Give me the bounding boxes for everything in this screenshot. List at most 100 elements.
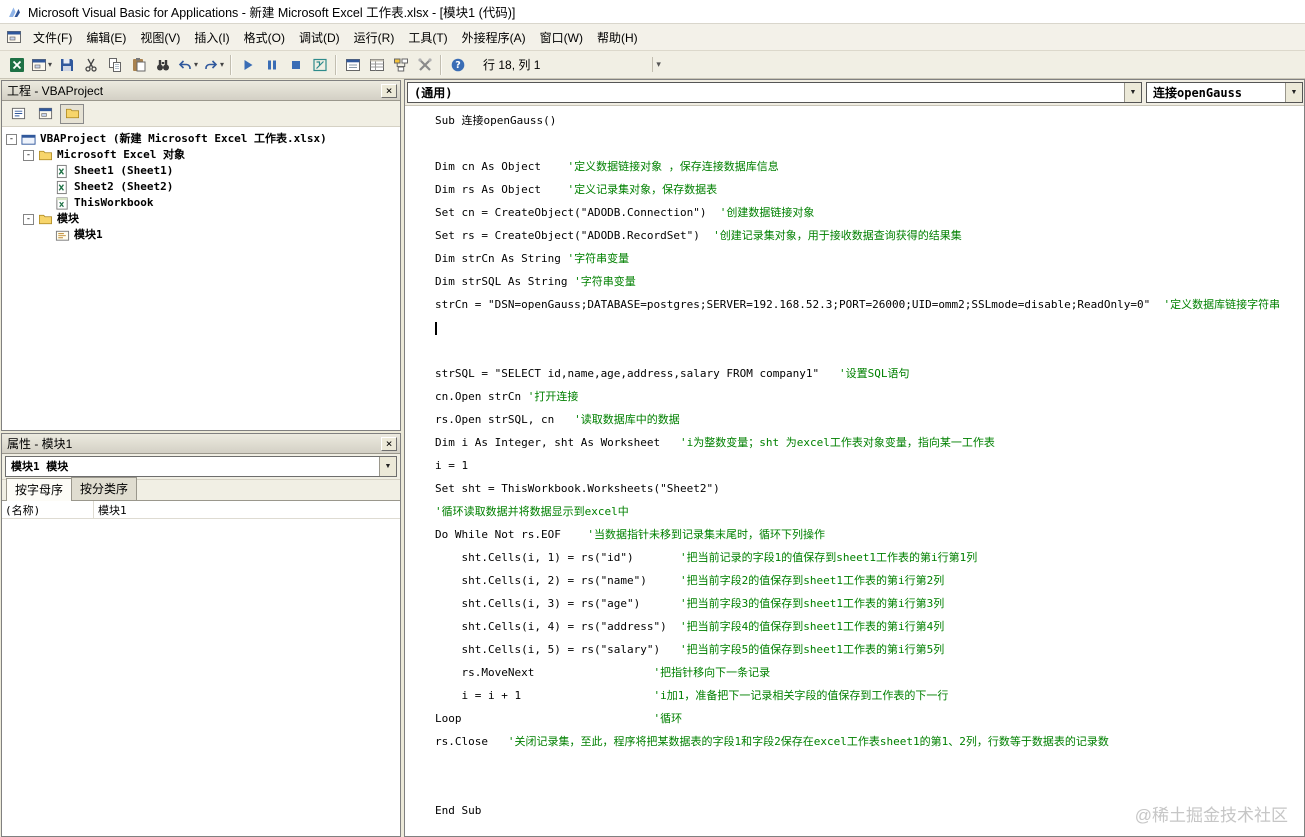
code-line: Dim strSQL As String '字符串变量 [435, 270, 1304, 293]
menu-item-help[interactable]: 帮助(H) [590, 25, 645, 50]
save-button[interactable] [55, 54, 78, 76]
copy-button[interactable] [103, 54, 126, 76]
property-name: (名称) [2, 501, 94, 518]
project-panel-title: 工程 - VBAProject [7, 84, 104, 98]
break-button[interactable] [260, 54, 283, 76]
tab-categorized[interactable]: 按分类序 [71, 477, 138, 500]
collapse-icon[interactable]: - [23, 149, 34, 161]
properties-window-button[interactable] [365, 54, 388, 76]
menu-item-view[interactable]: 视图(V) [133, 25, 187, 50]
dropdown-arrow-icon: ▾ [48, 60, 53, 69]
dropdown-arrow-icon: ▾ [220, 60, 225, 69]
sheet-icon [55, 164, 70, 179]
redo-button[interactable]: ▾ [201, 54, 226, 76]
undo-button[interactable]: ▾ [175, 54, 200, 76]
comment-text: '把当前字段4的值保存到sheet1工作表的第i行第4列 [680, 620, 945, 633]
help-button[interactable] [446, 54, 469, 76]
run-button[interactable] [236, 54, 259, 76]
procedure-dropdown[interactable]: 连接openGauss ▼ [1146, 82, 1303, 103]
title-bar: Microsoft Visual Basic for Applications … [0, 0, 1305, 24]
menu-app-icon [6, 29, 22, 45]
design-mode-button[interactable] [308, 54, 331, 76]
tab-alphabetic[interactable]: 按字母序 [6, 478, 73, 501]
chevron-down-icon[interactable]: ▼ [1285, 83, 1302, 102]
paste-button[interactable] [127, 54, 150, 76]
menu-item-insert[interactable]: 插入(I) [187, 25, 236, 50]
code-text: Dim rs As Object [435, 183, 568, 196]
cursor-position-label: 行 18, 列 1 [483, 58, 541, 72]
code-text: Set sht = ThisWorkbook.Worksheets("Sheet… [435, 482, 720, 495]
comment-text: '把当前字段2的值保存到sheet1工作表的第i行第2列 [680, 574, 945, 587]
code-text: i = 1 [435, 459, 469, 472]
toolbar-separator [230, 54, 233, 75]
code-text: Dim i As Integer, sht As Worksheet [435, 436, 681, 449]
code-line: i = i + 1 'i加1，准备把下一记录相关字段的值保存到工作表的下一行 [435, 684, 1304, 707]
toolbox-button[interactable] [413, 54, 436, 76]
code-line: sht.Cells(i, 3) = rs("age") '把当前字段3的值保存到… [435, 592, 1304, 615]
toggle-folders-button[interactable] [60, 103, 84, 124]
code-text: Loop [435, 712, 654, 725]
insert-userform-button[interactable]: ▾ [29, 54, 54, 76]
comment-text: '打开连接 [527, 390, 579, 403]
tree-item-vbaproject-root[interactable]: - VBAProject (新建 Microsoft Excel 工作表.xlsx… [2, 131, 400, 147]
reset-button[interactable] [284, 54, 307, 76]
menu-item-tools[interactable]: 工具(T) [401, 25, 454, 50]
object-dropdown-value: (通用) [414, 85, 453, 100]
close-icon[interactable]: × [381, 436, 397, 451]
chevron-down-icon[interactable]: ▼ [1124, 83, 1141, 102]
menu-item-format[interactable]: 格式(O) [237, 25, 292, 50]
code-line: sht.Cells(i, 1) = rs("id") '把当前记录的字段1的值保… [435, 546, 1304, 569]
find-button[interactable] [151, 54, 174, 76]
code-header: (通用) ▼ 连接openGauss ▼ [405, 80, 1304, 106]
chevron-down-icon[interactable]: ▼ [379, 457, 396, 476]
collapse-icon[interactable]: - [6, 133, 17, 145]
object-dropdown[interactable]: (通用) ▼ [407, 82, 1142, 103]
view-object-button[interactable] [33, 104, 57, 124]
code-line: End Sub [435, 799, 1304, 822]
folder-icon [65, 106, 80, 121]
tree-item-module1[interactable]: 模块1 [2, 227, 400, 243]
object-browser-button[interactable] [389, 54, 412, 76]
menu-item-run[interactable]: 运行(R) [347, 25, 402, 50]
code-line: strSQL = "SELECT id,name,age,address,sal… [435, 362, 1304, 385]
object-selector-dropdown[interactable]: 模块1 模块 ▼ [5, 456, 397, 477]
tree-item-excel-objects-folder[interactable]: - Microsoft Excel 对象 [2, 147, 400, 163]
workbook-icon [55, 196, 70, 211]
code-text: cn.Open strCn [435, 390, 528, 403]
folder-icon [38, 212, 53, 227]
code-line: '循环读取数据并将数据显示到excel中 [435, 500, 1304, 523]
view-excel-button[interactable] [5, 54, 28, 76]
save-icon [59, 57, 75, 73]
project-explorer-panel: 工程 - VBAProject × - VBAProject (新建 Micros… [1, 80, 401, 431]
undo-icon [177, 57, 193, 73]
code-lines: Sub 连接openGauss() Dim cn As Object '定义数据链… [435, 109, 1304, 822]
toolbar-overflow-chevron-icon[interactable]: ▾ [652, 57, 664, 72]
tree-item-thisworkbook[interactable]: ThisWorkbook [2, 195, 400, 211]
comment-text: '创建记录集对象，用于接收数据查询获得的结果集 [713, 229, 962, 242]
break-icon [264, 57, 280, 73]
help-icon [450, 57, 466, 73]
code-text: Dim cn As Object [435, 160, 568, 173]
code-editor[interactable]: Sub 连接openGauss() Dim cn As Object '定义数据链… [405, 106, 1304, 836]
tree-item-sheet1[interactable]: Sheet1 (Sheet1) [2, 163, 400, 179]
menu-item-window[interactable]: 窗口(W) [533, 25, 590, 50]
project-explorer-button[interactable] [341, 54, 364, 76]
collapse-icon[interactable]: - [23, 213, 34, 225]
menu-item-file[interactable]: 文件(F) [26, 25, 79, 50]
properties-panel-titlebar: 属性 - 模块1 × [2, 434, 400, 454]
view-code-button[interactable] [6, 104, 30, 124]
code-text: i = i + 1 [435, 689, 654, 702]
tree-item-modules-folder[interactable]: - 模块 [2, 211, 400, 227]
menu-item-addins[interactable]: 外接程序(A) [455, 25, 533, 50]
cut-button[interactable] [79, 54, 102, 76]
property-row[interactable]: (名称) 模块1 [2, 501, 400, 519]
menu-item-debug[interactable]: 调试(D) [292, 25, 347, 50]
close-icon[interactable]: × [381, 83, 397, 98]
run-icon [240, 57, 256, 73]
project-icon [21, 132, 36, 147]
properties-tabs: 按字母序 按分类序 [2, 477, 400, 501]
menu-item-edit[interactable]: 编辑(E) [79, 25, 133, 50]
code-text: rs.Close [435, 735, 508, 748]
tree-item-sheet2[interactable]: Sheet2 (Sheet2) [2, 179, 400, 195]
